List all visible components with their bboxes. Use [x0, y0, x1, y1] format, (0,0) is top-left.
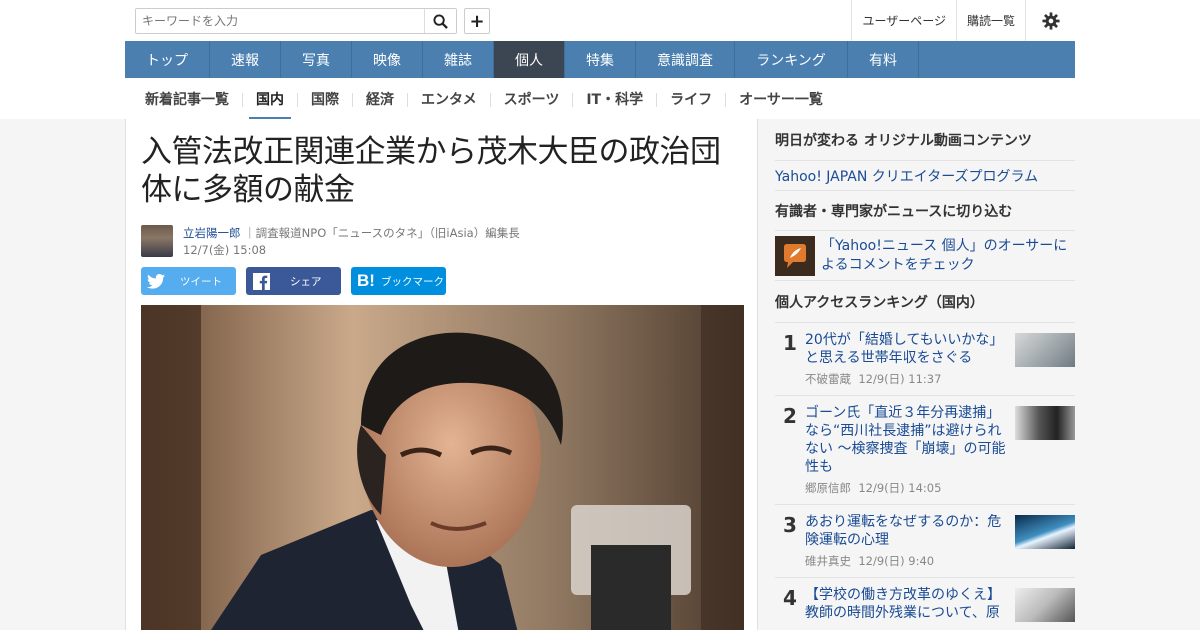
ranking-item[interactable]: 4 【学校の働き方改革のゆくえ】教師の時間外残業について、原 [775, 578, 1075, 630]
ranking-author: 不破雷蔵 [805, 372, 851, 386]
subnav-item-economy[interactable]: 経済 [352, 92, 407, 107]
article-photo [141, 305, 744, 630]
article-date: 12/7(金) 15:08 [183, 243, 267, 257]
search-input[interactable] [136, 9, 424, 33]
utility-links: ユーザーページ 購読一覧 [851, 0, 1075, 41]
ranking-author: 碓井真史 [805, 554, 851, 568]
expert-promo[interactable]: 「Yahoo!ニュース 個人」のオーサーによるコメントをチェック [775, 231, 1075, 281]
ranking-thumbnail[interactable] [1015, 515, 1075, 549]
rank-number: 3 [783, 513, 797, 537]
nav-item-feature[interactable]: 特集 [565, 41, 636, 78]
hatena-bookmark-button[interactable]: B! ブックマーク [351, 267, 446, 295]
rank-number: 2 [783, 404, 797, 428]
ranking-meta: 碓井真史 12/9(日) 9:40 [805, 553, 1010, 569]
plus-icon: + [469, 10, 485, 32]
nav-item-individual[interactable]: 個人 [494, 41, 565, 78]
user-page-link[interactable]: ユーザーページ [851, 0, 956, 41]
ranking-heading: 個人アクセスランキング（国内） [775, 281, 1075, 323]
subscriptions-link[interactable]: 購読一覧 [955, 0, 1025, 41]
settings-button[interactable] [1025, 0, 1075, 41]
nav-item-photo[interactable]: 写真 [281, 41, 352, 78]
expert-promo-link[interactable]: 「Yahoo!ニュース 個人」のオーサーによるコメントをチェック [821, 237, 1075, 275]
search-row: + ユーザーページ 購読一覧 [125, 0, 1075, 41]
facebook-icon [246, 267, 276, 295]
ranking-item[interactable]: 3 あおり運転をなぜするのか：危険運転の心理 碓井真史 12/9(日) 9:40 [775, 505, 1075, 578]
subnav-item-international[interactable]: 国際 [297, 92, 352, 107]
add-button[interactable]: + [464, 8, 490, 34]
hatena-bookmark-label: ブックマーク [381, 275, 444, 288]
ranking-date: 12/9(日) 9:40 [858, 554, 935, 568]
tweet-label: ツイート [180, 275, 222, 288]
subnav-item-life[interactable]: ライフ [656, 92, 725, 107]
rank-number: 4 [783, 586, 797, 610]
subnav-item-authors[interactable]: オーサー一覧 [725, 92, 836, 107]
ranking-meta: 不破雷蔵 12/9(日) 11:37 [805, 371, 1010, 387]
search-box [135, 8, 457, 34]
twitter-icon [141, 267, 171, 295]
ranking-thumbnail[interactable] [1015, 406, 1075, 440]
ranking-title[interactable]: ゴーン氏「直近３年分再逮捕」なら“西川社長逮捕”は避けられない ～検察捜査「崩壊… [805, 404, 1010, 476]
nav-item-ranking[interactable]: ランキング [735, 41, 848, 78]
nav-item-top[interactable]: トップ [125, 41, 210, 78]
primary-nav: トップ 速報 写真 映像 雑誌 個人 特集 意識調査 ランキング 有料 [125, 41, 1075, 78]
nav-item-paid[interactable]: 有料 [848, 41, 919, 78]
author-avatar[interactable] [141, 225, 173, 257]
sub-nav: 新着記事一覧 国内 国際 経済 エンタメ スポーツ IT・科学 ライフ オーサー… [125, 80, 1075, 120]
ranking-date: 12/9(日) 11:37 [858, 372, 942, 386]
video-heading: 明日が変わる オリジナル動画コンテンツ [775, 119, 1075, 161]
ranking-date: 12/9(日) 14:05 [858, 481, 942, 495]
article: 入管法改正関連企業から茂木大臣の政治団体に多額の献金 立岩陽一郎 ｜調査報道NP… [125, 119, 758, 630]
creators-program-link[interactable]: Yahoo! JAPAN クリエイターズプログラム [775, 161, 1075, 191]
ranking-author: 郷原信郎 [805, 481, 851, 495]
gear-icon [1041, 11, 1060, 30]
author-title: ｜調査報道NPO「ニュースのタネ」（旧iAsia）編集長 [244, 226, 520, 240]
ranking-item[interactable]: 2 ゴーン氏「直近３年分再逮捕」なら“西川社長逮捕”は避けられない ～検察捜査「… [775, 396, 1075, 505]
subnav-item-sports[interactable]: スポーツ [489, 92, 573, 107]
nav-item-survey[interactable]: 意識調査 [636, 41, 735, 78]
nav-item-magazine[interactable]: 雑誌 [423, 41, 494, 78]
ranking-title[interactable]: 20代が「結婚してもいいかな」と思える世帯年収をさぐる [805, 331, 1010, 367]
search-button[interactable] [424, 9, 456, 33]
subnav-item-latest[interactable]: 新着記事一覧 [125, 93, 242, 107]
author-line: 立岩陽一郎 ｜調査報道NPO「ニュースのタネ」（旧iAsia）編集長 [183, 225, 520, 241]
hatena-icon: B! [357, 271, 375, 290]
comment-feather-icon [775, 235, 815, 276]
expert-heading: 有識者・専門家がニュースに切り込む [775, 191, 1075, 231]
ranking-title[interactable]: 【学校の働き方改革のゆくえ】教師の時間外残業について、原 [805, 586, 1010, 622]
author-name[interactable]: 立岩陽一郎 [183, 226, 241, 240]
ranking-item[interactable]: 1 20代が「結婚してもいいかな」と思える世帯年収をさぐる 不破雷蔵 12/9(… [775, 323, 1075, 396]
subnav-item-entertainment[interactable]: エンタメ [407, 92, 490, 107]
ranking-meta: 郷原信郎 12/9(日) 14:05 [805, 480, 1010, 496]
facebook-share-button[interactable]: シェア [246, 267, 341, 295]
ranking-thumbnail[interactable] [1015, 588, 1075, 622]
ranking-title[interactable]: あおり運転をなぜするのか：危険運転の心理 [805, 513, 1010, 549]
ranking-thumbnail[interactable] [1015, 333, 1075, 367]
subnav-item-it-science[interactable]: IT・科学 [572, 92, 656, 107]
tweet-button[interactable]: ツイート [141, 267, 236, 295]
rank-number: 1 [783, 331, 797, 355]
subnav-item-domestic[interactable]: 国内 [242, 92, 297, 120]
search-icon [433, 13, 448, 29]
sidebar: 明日が変わる オリジナル動画コンテンツ Yahoo! JAPAN クリエイターズ… [775, 119, 1075, 630]
nav-item-breaking[interactable]: 速報 [210, 41, 281, 78]
article-title: 入管法改正関連企業から茂木大臣の政治団体に多額の献金 [141, 134, 721, 208]
nav-item-video[interactable]: 映像 [352, 41, 423, 78]
facebook-share-label: シェア [290, 275, 322, 288]
